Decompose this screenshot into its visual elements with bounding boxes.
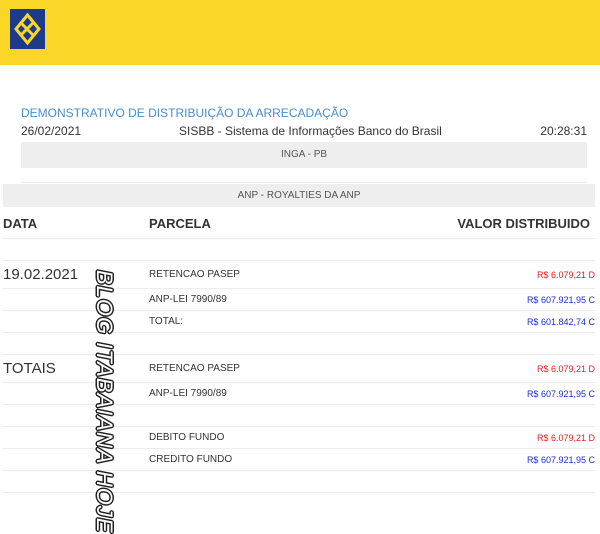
date-cell: 19.02.2021 — [3, 260, 149, 289]
parcela-cell — [149, 404, 327, 427]
column-header-parcela: PARCELA — [149, 208, 327, 239]
top-bar — [0, 0, 600, 65]
report-time: 20:28:31 — [540, 124, 587, 138]
column-header-valor: VALOR DISTRIBUIDO — [326, 208, 595, 239]
date-cell — [3, 426, 149, 449]
valor-cell — [326, 332, 595, 355]
table-header-row: DATA PARCELA VALOR DISTRIBUIDO — [3, 208, 595, 239]
valor-cell: R$ 6.079,21 D — [326, 260, 595, 289]
table-row — [3, 238, 595, 261]
system-name: SISBB - Sistema de Informações Banco do … — [179, 124, 442, 138]
parcela-cell: DEBITO FUNDO — [149, 426, 327, 449]
date-cell — [3, 448, 149, 471]
banco-do-brasil-logo-icon[interactable] — [10, 9, 45, 49]
valor-cell: R$ 607.921,95 C — [326, 448, 595, 471]
report-header-row: 26/02/2021 SISBB - Sistema de Informaçõe… — [21, 124, 587, 138]
valor-cell: R$ 6.079,21 D — [326, 426, 595, 449]
parcela-cell: ANP-LEI 7990/89 — [149, 382, 327, 405]
valor-cell: R$ 601.842,74 C — [326, 310, 595, 333]
report-date: 26/02/2021 — [21, 124, 82, 138]
date-cell: TOTAIS — [3, 354, 149, 383]
date-cell — [3, 310, 149, 333]
valor-cell — [326, 238, 595, 261]
parcela-cell: ANP-LEI 7990/89 — [149, 288, 327, 311]
date-cell — [3, 470, 149, 493]
column-header-date: DATA — [3, 208, 149, 239]
parcela-cell — [149, 470, 327, 493]
parcela-cell — [149, 238, 327, 261]
parcela-cell — [149, 332, 327, 355]
date-cell — [3, 238, 149, 261]
date-cell — [3, 382, 149, 405]
document-title: DEMONSTRATIVO DE DISTRIBUIÇÃO DA ARRECAD… — [21, 106, 349, 120]
valor-cell — [326, 404, 595, 427]
parcela-cell: CREDITO FUNDO — [149, 448, 327, 471]
municipality-band: INGA - PB — [21, 142, 587, 168]
valor-cell — [326, 470, 595, 493]
date-cell — [3, 404, 149, 427]
date-cell — [3, 332, 149, 355]
parcela-cell: RETENCAO PASEP — [149, 260, 327, 289]
date-cell — [3, 288, 149, 311]
report-content: DEMONSTRATIVO DE DISTRIBUIÇÃO DA ARRECAD… — [0, 65, 600, 534]
watermark-text: BLOG ITABAIANA HOJE — [92, 270, 117, 534]
valor-cell: R$ 607.921,95 C — [326, 288, 595, 311]
spacer-row — [21, 168, 587, 183]
fund-band: ANP - ROYALTIES DA ANP — [3, 184, 595, 207]
valor-cell: R$ 607.921,95 C — [326, 382, 595, 405]
parcela-cell: RETENCAO PASEP — [149, 354, 327, 383]
valor-cell: R$ 6.079,21 D — [326, 354, 595, 383]
parcela-cell: TOTAL: — [149, 310, 327, 333]
